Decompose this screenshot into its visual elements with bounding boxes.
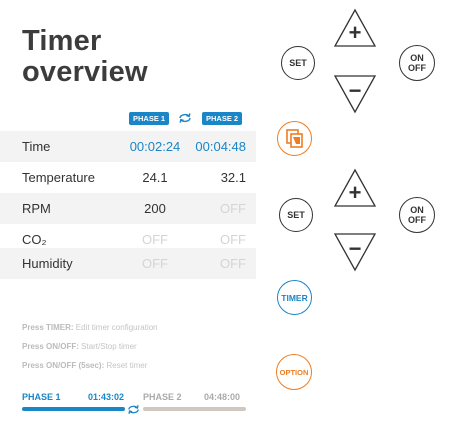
decrease-button-bottom[interactable]: − [333,232,377,272]
phase-2-progress-bar [143,407,246,411]
decrease-button-top[interactable]: − [333,74,377,114]
cycle-arrows-icon [179,113,191,123]
off-label: OFF [408,215,426,225]
cycle-arrows-icon [128,405,139,414]
table-row-time: Time 00:02:24 00:04:48 [0,131,256,162]
increase-button-top[interactable]: + [333,8,377,48]
help-key: Press ON/OFF (5sec): [22,361,105,370]
help-text: Edit timer configuration [73,323,158,332]
control-panel: + SET ON OFF − + SET ON OFF − TIMER OPTI… [256,0,455,428]
set-button-bottom[interactable]: SET [279,198,313,232]
row-label: Time [22,139,51,154]
help-line: Press ON/OFF: Start/Stop timer [22,342,137,351]
help-line: Press ON/OFF (5sec): Reset timer [22,361,147,370]
timer-button[interactable]: TIMER [277,280,312,315]
timer-overview-panel: Timer overview PHASE 1 PHASE 2 Time 00:0… [0,0,256,428]
table-row-temperature: Temperature 24.1 32.1 [0,162,256,193]
plus-icon: + [349,20,362,45]
set-button-top[interactable]: SET [281,46,315,80]
page-title: Timer overview [22,26,148,88]
phase-1-header: PHASE 1 [129,112,170,125]
phase-2-value: OFF [220,256,246,271]
on-off-button-bottom[interactable]: ON OFF [399,197,435,233]
help-text: Start/Stop timer [78,342,137,351]
help-key: Press ON/OFF: [22,342,79,351]
on-label: ON [410,53,424,63]
phase-2-header: PHASE 2 [202,112,243,125]
minus-icon: − [349,78,362,103]
option-button[interactable]: OPTION [276,354,312,390]
title-line-1: Timer [22,25,102,57]
row-label: RPM [22,201,51,216]
phase-2-value: 00:04:48 [195,139,246,154]
footer-phase-1-time: 01:43:02 [88,392,125,402]
phase-2-value: OFF [220,201,246,216]
row-label: Temperature [22,170,95,185]
off-label: OFF [408,63,426,73]
increase-button-bottom[interactable]: + [333,168,377,208]
copy-program-button[interactable] [277,121,312,156]
on-off-button-top[interactable]: ON OFF [399,45,435,81]
footer-phase-1-label: PHASE 1 [22,392,61,402]
help-text: Reset timer [104,361,148,370]
documents-icon [285,128,303,148]
row-label: Humidity [22,256,73,271]
help-key: Press TIMER: [22,323,74,332]
title-line-2: overview [22,56,148,88]
plus-icon: + [349,180,362,205]
table-row-humidity: Humidity OFF OFF [0,248,256,279]
phase-1-progress-bar [22,407,125,411]
footer-phase-2-label: PHASE 2 [143,392,182,402]
on-label: ON [410,205,424,215]
footer-phase-2-time: 04:48:00 [204,392,241,402]
phase-2-value: 32.1 [220,170,246,185]
help-line: Press TIMER: Edit timer configuration [22,323,158,332]
table-row-rpm: RPM 200 OFF [0,193,256,224]
minus-icon: − [349,236,362,261]
